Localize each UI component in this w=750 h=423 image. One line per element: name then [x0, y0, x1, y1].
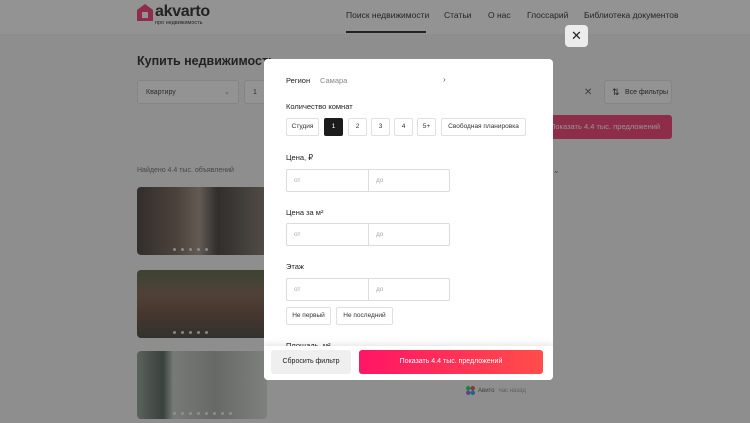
not-first-floor-chip[interactable]: Не первый — [286, 307, 331, 325]
price-sqm-to-input[interactable] — [369, 224, 449, 245]
price-sqm-label: Цена за м² — [286, 208, 324, 217]
room-option-2[interactable]: 2 — [348, 118, 367, 136]
chevron-right-icon: › — [443, 75, 446, 84]
modal-footer: Сбросить фильтр Показать 4.4 тыс. предло… — [264, 346, 553, 380]
price-sqm-from-input[interactable] — [287, 224, 367, 245]
price-sqm-range — [286, 223, 450, 246]
price-from-input[interactable] — [287, 170, 367, 191]
floor-range — [286, 278, 450, 301]
close-icon: ✕ — [571, 28, 582, 43]
region-selector[interactable]: Регион Самара › — [286, 75, 451, 88]
room-option-studio[interactable]: Студия — [286, 118, 319, 136]
reset-filter-button[interactable]: Сбросить фильтр — [271, 350, 351, 374]
floor-to-input[interactable] — [369, 279, 449, 300]
price-label: Цена, ₽ — [286, 153, 313, 162]
room-option-3[interactable]: 3 — [371, 118, 390, 136]
room-option-5-plus[interactable]: 5+ — [417, 118, 436, 136]
price-to-input[interactable] — [369, 170, 449, 191]
floor-from-input[interactable] — [287, 279, 367, 300]
show-offers-button[interactable]: Показать 4.4 тыс. предложений — [359, 350, 543, 374]
floor-label: Этаж — [286, 262, 304, 271]
region-label: Регион — [286, 76, 311, 85]
room-option-1[interactable]: 1 — [324, 118, 343, 136]
room-option-free-layout[interactable]: Свободная планировка — [441, 118, 526, 136]
not-last-floor-chip[interactable]: Не последний — [336, 307, 393, 325]
price-range — [286, 169, 450, 192]
rooms-label: Количество комнат — [286, 102, 353, 111]
region-value: Самара — [320, 76, 348, 85]
filters-modal: Регион Самара › Количество комнат Студия… — [264, 59, 553, 380]
room-option-4[interactable]: 4 — [394, 118, 413, 136]
close-button[interactable]: ✕ — [565, 25, 588, 47]
